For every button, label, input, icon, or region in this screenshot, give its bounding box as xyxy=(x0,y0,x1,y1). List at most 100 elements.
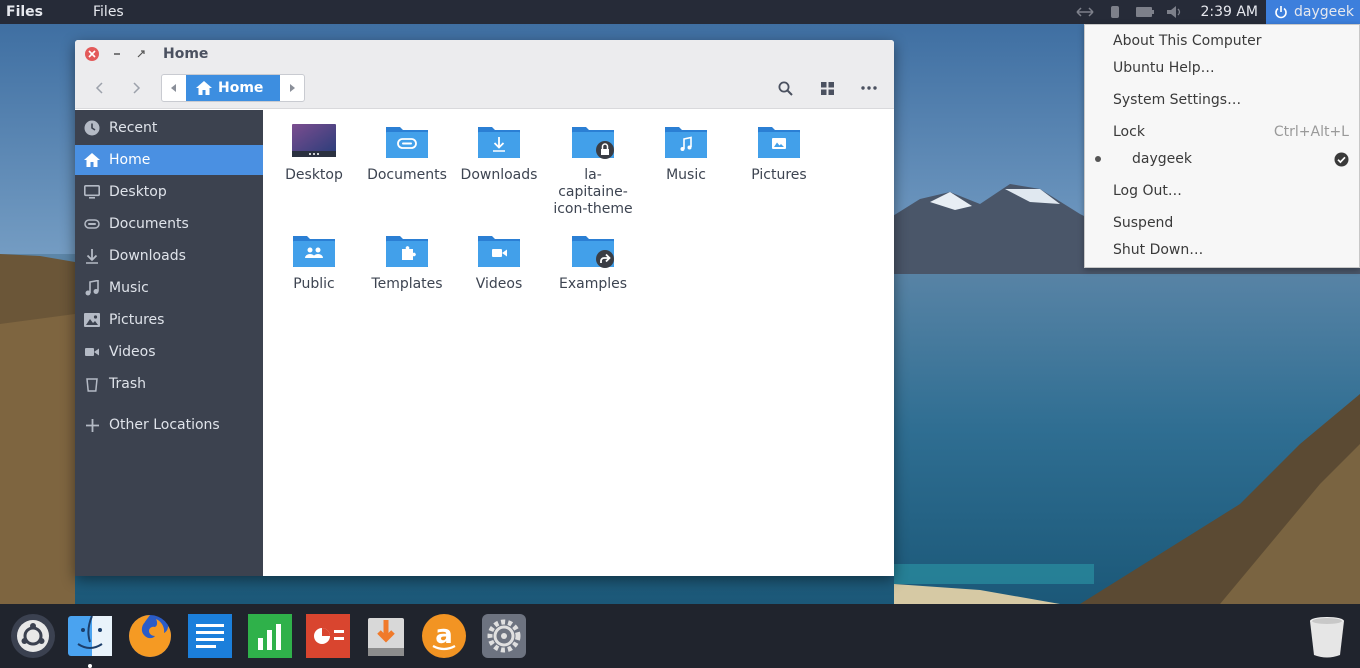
bluetooth-icon[interactable] xyxy=(1100,0,1130,24)
finder-icon xyxy=(68,615,112,656)
sidebar-item-recent[interactable]: Recent xyxy=(75,113,263,143)
file-item-la-capitaine-icon-theme[interactable]: la-capitaine-icon-theme xyxy=(548,123,638,218)
file-item-templates[interactable]: Templates xyxy=(362,232,452,293)
file-name: Music xyxy=(666,167,706,183)
suspend-item[interactable]: Suspend xyxy=(1113,215,1173,231)
username-label: daygeek xyxy=(1294,4,1354,20)
search-icon xyxy=(778,81,793,96)
sidebar-item-label: Downloads xyxy=(109,248,186,264)
battery-icon[interactable] xyxy=(1130,0,1160,24)
dock-item-firefox[interactable] xyxy=(126,612,174,660)
ubuntu-logo-icon xyxy=(11,614,55,658)
home-icon xyxy=(84,153,100,167)
shut-down-item[interactable]: Shut Down… xyxy=(1113,242,1203,258)
close-button[interactable] xyxy=(85,46,99,61)
back-button[interactable] xyxy=(86,76,114,100)
sidebar-item-label: Documents xyxy=(109,216,189,232)
file-name: Examples xyxy=(558,276,628,292)
log-out-item[interactable]: Log Out… xyxy=(1113,183,1182,199)
dock-item-impress[interactable] xyxy=(304,612,352,660)
file-item-music[interactable]: Music xyxy=(641,123,731,184)
user-switch-item[interactable]: daygeek xyxy=(1132,151,1192,167)
window-toolbar: Home xyxy=(75,67,894,109)
file-name: Templates xyxy=(371,276,443,292)
sidebar-item-label: Trash xyxy=(109,376,146,392)
public-folder-icon xyxy=(293,236,335,267)
pictures-folder-icon xyxy=(758,127,800,158)
desktop-folder-icon xyxy=(292,124,336,157)
dock-item-files[interactable] xyxy=(66,612,114,660)
sidebar-item-label: Recent xyxy=(109,120,158,136)
amazon-icon: a xyxy=(422,614,466,658)
file-item-public[interactable]: Public xyxy=(269,232,359,293)
volume-icon[interactable] xyxy=(1160,0,1190,24)
checkmark-icon xyxy=(1334,152,1349,167)
app-menu-files[interactable]: Files xyxy=(93,4,124,20)
svg-text:a: a xyxy=(435,620,453,650)
minimize-icon xyxy=(114,52,120,55)
sidebar-item-home[interactable]: Home xyxy=(75,145,263,175)
system-settings-item[interactable]: System Settings… xyxy=(1113,92,1241,108)
dock-item-settings[interactable] xyxy=(480,612,528,660)
path-scroll-right-button[interactable] xyxy=(280,75,304,101)
path-segment-home[interactable]: Home xyxy=(186,75,280,101)
locked-folder-icon xyxy=(572,127,614,159)
download-icon xyxy=(86,249,98,264)
firefox-icon xyxy=(129,615,171,657)
running-indicator xyxy=(88,664,92,668)
dock-item-writer[interactable] xyxy=(186,612,234,660)
file-item-downloads[interactable]: Downloads xyxy=(454,123,544,184)
file-item-desktop[interactable]: Desktop xyxy=(269,123,359,184)
file-item-examples[interactable]: Examples xyxy=(548,232,638,293)
caret-right-icon xyxy=(290,84,295,92)
file-item-videos[interactable]: Videos xyxy=(454,232,544,293)
sidebar-item-trash[interactable]: Trash xyxy=(75,369,263,399)
maximize-icon xyxy=(137,49,145,57)
dock-item-ubuntu[interactable] xyxy=(9,612,57,660)
downloads-folder-icon xyxy=(478,127,520,158)
menu-button[interactable] xyxy=(855,76,883,100)
sidebar-item-label: Desktop xyxy=(109,184,167,200)
image-icon xyxy=(84,313,100,327)
forward-button[interactable] xyxy=(122,76,150,100)
trash-icon xyxy=(86,377,98,392)
minimize-button[interactable] xyxy=(111,50,123,58)
sidebar-item-downloads[interactable]: Downloads xyxy=(75,241,263,271)
view-toggle-button[interactable] xyxy=(813,76,841,100)
lock-item[interactable]: Lock xyxy=(1113,124,1145,140)
sidebar-item-documents[interactable]: Documents xyxy=(75,209,263,239)
dock-item-software-center[interactable] xyxy=(362,612,410,660)
lock-shortcut: Ctrl+Alt+L xyxy=(1273,124,1349,140)
path-scroll-left-button[interactable] xyxy=(162,75,186,101)
maximize-button[interactable] xyxy=(135,49,147,58)
music-folder-icon xyxy=(665,127,707,158)
sidebar-item-music[interactable]: Music xyxy=(75,273,263,303)
impress-icon xyxy=(306,614,350,658)
dock-item-trash[interactable] xyxy=(1304,614,1352,662)
sidebar-item-label: Music xyxy=(109,280,149,296)
home-icon xyxy=(196,81,212,95)
templates-folder-icon xyxy=(386,236,428,267)
window-titlebar[interactable]: Home xyxy=(75,40,894,67)
ubuntu-help-item[interactable]: Ubuntu Help… xyxy=(1113,60,1215,76)
file-name: la-capitaine-icon-theme xyxy=(553,167,633,217)
settings-icon xyxy=(482,614,526,658)
file-name: Documents xyxy=(367,167,447,183)
file-item-documents[interactable]: Documents xyxy=(362,123,452,184)
videos-folder-icon xyxy=(478,236,520,267)
symlink-folder-icon xyxy=(572,236,614,268)
file-item-pictures[interactable]: Pictures xyxy=(734,123,824,184)
search-button[interactable] xyxy=(771,76,799,100)
about-this-computer-item[interactable]: About This Computer xyxy=(1113,33,1262,49)
monitor-icon xyxy=(84,185,100,199)
path-bar: Home xyxy=(161,74,305,102)
sidebar-item-pictures[interactable]: Pictures xyxy=(75,305,263,335)
dock-item-calc[interactable] xyxy=(246,612,294,660)
sidebar-item-other-locations[interactable]: Other Locations xyxy=(75,410,263,440)
sidebar-item-desktop[interactable]: Desktop xyxy=(75,177,263,207)
sidebar-item-videos[interactable]: Videos xyxy=(75,337,263,367)
dock-item-amazon[interactable]: a xyxy=(420,612,468,660)
user-menu-button[interactable]: daygeek xyxy=(1266,0,1360,24)
network-icon[interactable] xyxy=(1070,0,1100,24)
clock[interactable]: 2:39 AM xyxy=(1190,4,1266,20)
